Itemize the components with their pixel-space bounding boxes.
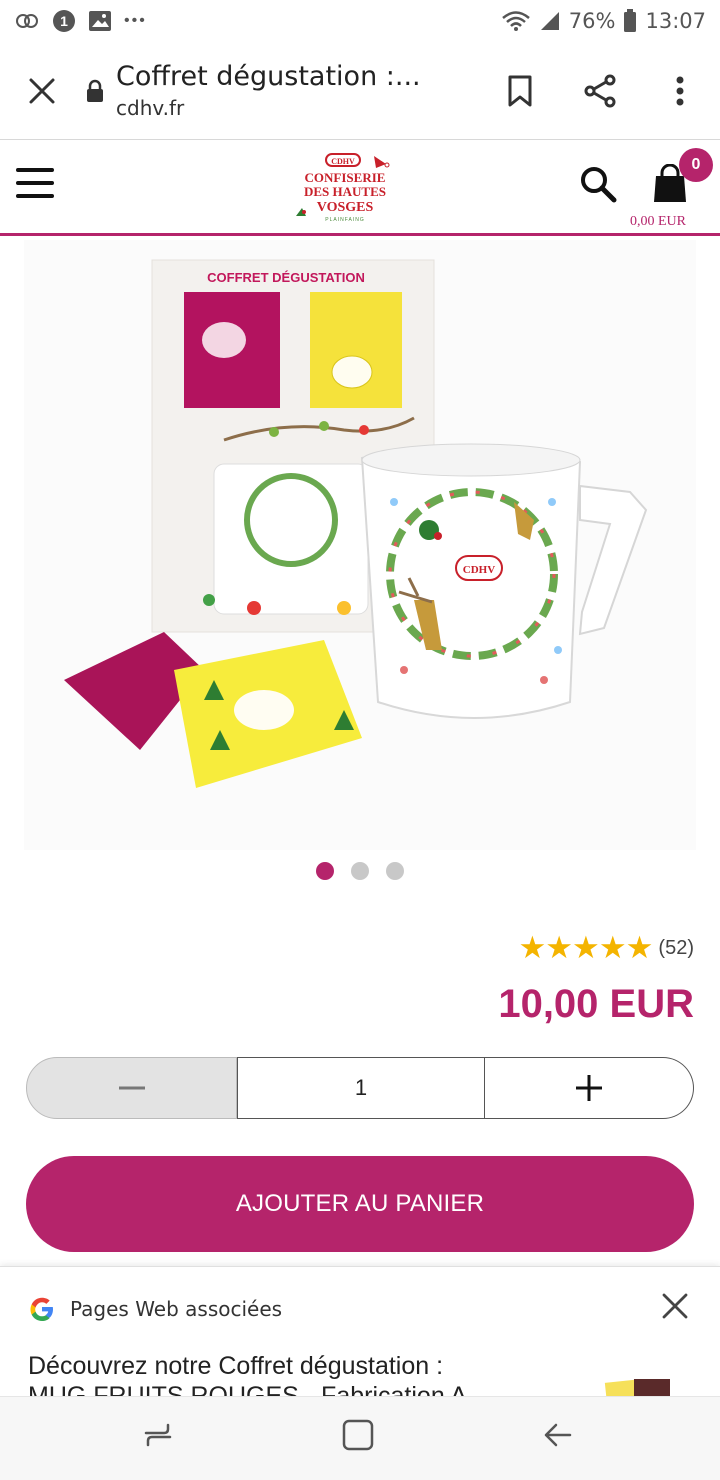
cart-total[interactable]: 0,00 EUR [630, 214, 686, 230]
minus-icon [118, 1086, 145, 1090]
more-vert-icon [676, 76, 684, 105]
decrease-quantity-button[interactable] [26, 1057, 237, 1119]
back-button[interactable] [538, 1415, 578, 1455]
related-pages-title: Pages Web associées [70, 1297, 283, 1321]
bookmark-icon [508, 75, 532, 106]
related-snippet-line: Découvrez notre Coffret dégustation : [28, 1352, 444, 1380]
recent-apps-icon [144, 1423, 172, 1447]
search-icon [581, 167, 617, 203]
page: 1 ••• 76% 13:07 Coffret dégustation:...… [0, 0, 720, 1480]
image-carousel-dots [0, 862, 720, 880]
notification-badge-icon: 1 [52, 9, 76, 33]
google-icon [28, 1295, 56, 1323]
close-related-button[interactable] [662, 1293, 694, 1325]
svg-text:1: 1 [60, 13, 68, 29]
battery-percent: 76% [568, 9, 616, 33]
browser-toolbar: Coffret dégustation :... cdhv.fr [0, 42, 720, 140]
related-pages-panel: Pages Web associées Découvrez notre Coff… [0, 1266, 720, 1396]
svg-text:CDHV: CDHV [463, 564, 495, 576]
close-tab-button[interactable] [0, 42, 84, 140]
page-title-block[interactable]: Coffret dégustation :... cdhv.fr [116, 61, 480, 120]
product-image[interactable]: COFFRET DÉGUSTATION CDHV [24, 240, 696, 850]
gallery-icon [88, 10, 112, 32]
home-icon [342, 1419, 374, 1451]
svg-text:CONFISERIE: CONFISERIE [305, 170, 386, 185]
ar-icon [14, 11, 40, 31]
battery-icon [623, 9, 637, 33]
quantity-input[interactable]: 1 [237, 1057, 485, 1119]
share-icon [584, 74, 616, 107]
page-url: cdhv.fr [116, 96, 185, 120]
svg-text:DES HAUTES: DES HAUTES [304, 184, 386, 199]
recent-apps-button[interactable] [138, 1415, 178, 1455]
quantity-stepper: 1 [26, 1057, 694, 1119]
site-logo[interactable]: CDHV CONFISERIE DES HAUTES VOSGES PLAINF… [290, 150, 400, 226]
product-price: 10,00 EUR [498, 982, 694, 1026]
bookmark-button[interactable] [480, 42, 560, 140]
close-icon [29, 78, 55, 103]
svg-text:PLAINFAING: PLAINFAING [325, 217, 364, 223]
carousel-dot[interactable] [351, 862, 369, 880]
hamburger-menu-icon[interactable] [16, 168, 54, 198]
overflow-menu-button[interactable] [640, 42, 720, 140]
carousel-dot[interactable] [386, 862, 404, 880]
more-notifications: ••• [124, 12, 147, 29]
product-rating[interactable]: ★★★★★ (52) [518, 930, 694, 966]
close-icon [662, 1293, 688, 1319]
page-title: Coffret dégustation :... [116, 61, 421, 92]
site-header: CDHV CONFISERIE DES HAUTES VOSGES PLAINF… [0, 140, 720, 236]
status-bar: 1 ••• 76% 13:07 [0, 0, 720, 42]
home-button[interactable] [338, 1415, 378, 1455]
system-nav-bar [0, 1396, 720, 1480]
svg-text:VOSGES: VOSGES [317, 200, 374, 215]
signal-icon [539, 10, 561, 32]
cart-count-badge[interactable]: 0 [679, 148, 713, 182]
back-icon [544, 1423, 572, 1447]
rating-stars: ★★★★★ [518, 930, 653, 965]
lock-icon[interactable] [84, 42, 106, 140]
add-to-cart-button[interactable]: AJOUTER AU PANIER [26, 1156, 694, 1252]
increase-quantity-button[interactable] [485, 1057, 694, 1119]
box-label: COFFRET DÉGUSTATION [207, 270, 365, 285]
wifi-icon [501, 10, 531, 32]
related-thumbnail[interactable] [604, 1375, 674, 1396]
rating-count: (52) [658, 936, 694, 959]
carousel-dot[interactable] [316, 862, 334, 880]
clock: 13:07 [645, 9, 706, 33]
plus-icon [576, 1075, 602, 1101]
related-page-link[interactable]: Découvrez notre Coffret dégustation : MU… [28, 1351, 588, 1396]
share-button[interactable] [560, 42, 640, 140]
related-snippet-line: MUG FRUITS ROUGES - Fabrication A... [28, 1382, 488, 1396]
svg-text:CDHV: CDHV [331, 157, 355, 166]
search-button[interactable] [578, 164, 618, 204]
